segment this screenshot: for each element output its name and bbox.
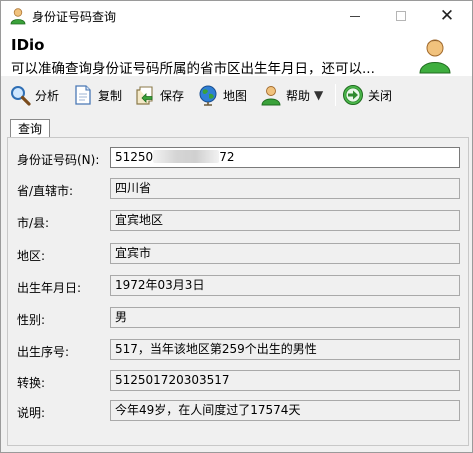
id-number-value-end: 72	[219, 150, 235, 164]
minimize-icon	[350, 15, 360, 17]
maximize-button[interactable]	[378, 1, 424, 31]
chevron-down-icon[interactable]: ▼	[314, 88, 323, 102]
redacted-segment	[153, 150, 220, 163]
save-button[interactable]: 保存	[134, 81, 184, 109]
header-banner: IDio 可以准确查询身份证号码所属的省市区出生年月日，还可以...	[1, 31, 472, 77]
id-number-value-start: 51250	[115, 150, 154, 164]
title-bar[interactable]: 身份证号码查询 ✕	[1, 1, 472, 31]
maximize-icon	[396, 11, 406, 21]
city-label: 市/县:	[17, 216, 50, 230]
exit-arrow-icon	[343, 85, 363, 105]
convert-label: 转换:	[17, 376, 46, 390]
district-label: 地区:	[17, 249, 46, 263]
convert-field: 512501720303517	[110, 370, 460, 391]
app-description: 可以准确查询身份证号码所属的省市区出生年月日，还可以...	[11, 61, 375, 77]
magnifier-icon	[11, 86, 31, 106]
gender-field: 男	[110, 307, 460, 328]
note-label: 说明:	[17, 406, 46, 420]
window-title: 身份证号码查询	[32, 10, 117, 24]
user-avatar-icon	[419, 39, 451, 74]
map-label: 地图	[223, 88, 248, 103]
toolbar-separator	[335, 84, 336, 106]
save-label: 保存	[160, 88, 185, 103]
province-label: 省/直辖市:	[17, 184, 74, 198]
toolbar: 分析 复制 保存 地图 帮助 ▼ 关闭	[1, 76, 472, 114]
copy-button[interactable]: 复制	[72, 81, 122, 109]
id-number-label: 身份证号码(N):	[17, 153, 100, 167]
note-field: 今年49岁，在人间度过了17574天	[110, 400, 460, 421]
id-number-input[interactable]: 51250 72	[110, 147, 460, 168]
app-window: 身份证号码查询 ✕ IDio 可以准确查询身份证号码所属的省市区出生年月日，还可…	[0, 0, 473, 453]
analyze-label: 分析	[35, 88, 60, 103]
sequence-field: 517，当年该地区第259个出生的男性	[110, 339, 460, 360]
copy-label: 复制	[98, 88, 123, 103]
province-field: 四川省	[110, 178, 460, 199]
save-arrow-icon	[136, 86, 153, 105]
birthdate-field: 1972年03月3日	[110, 275, 460, 296]
document-icon	[75, 85, 91, 105]
gender-label: 性别:	[17, 313, 46, 327]
help-button[interactable]: 帮助 ▼	[260, 81, 323, 109]
close-window-button[interactable]: ✕	[424, 1, 470, 31]
close-icon: ✕	[439, 5, 455, 26]
exit-label: 关闭	[368, 88, 393, 103]
globe-icon	[199, 85, 217, 106]
help-label: 帮助	[286, 88, 311, 103]
tab-query[interactable]: 查询	[10, 119, 50, 138]
birthdate-label: 出生年月日:	[17, 281, 82, 295]
user-app-icon	[10, 8, 26, 25]
district-field: 宜宾市	[110, 243, 460, 264]
minimize-button[interactable]	[332, 1, 378, 31]
map-button[interactable]: 地图	[197, 81, 247, 109]
app-name: IDio	[11, 36, 45, 54]
exit-button[interactable]: 关闭	[342, 81, 392, 109]
city-field: 宜宾地区	[110, 210, 460, 231]
analyze-button[interactable]: 分析	[9, 81, 59, 109]
sequence-label: 出生序号:	[17, 345, 70, 359]
user-help-icon	[261, 86, 281, 106]
